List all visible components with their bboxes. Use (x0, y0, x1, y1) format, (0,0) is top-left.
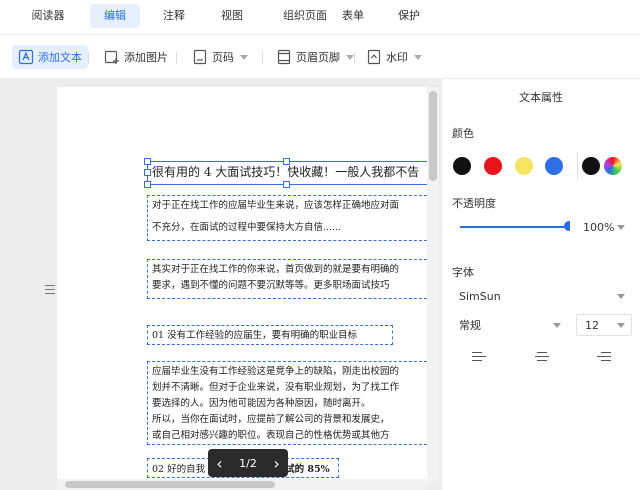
add-image-button[interactable]: 添加图片 (98, 45, 174, 69)
resize-handle[interactable] (283, 158, 290, 165)
previous-page-button[interactable]: ‹ (216, 454, 222, 473)
header-footer-label: 页眉页脚 (296, 51, 340, 64)
text-line: 不充分，在面试的过程中要保持大方自信...... (152, 222, 342, 233)
add-text-icon (18, 49, 34, 65)
align-left-icon[interactable] (472, 351, 490, 365)
page-navigator: ‹ 1/2 › (208, 449, 288, 477)
horizontal-scrollbar[interactable] (57, 479, 427, 490)
menu-bar: 阅读器 编辑 注释 视图 组织页面 表单 保护 (0, 0, 640, 32)
text-line: 应届毕业生没有工作经验这是竞争上的缺陷，刚走出校园的 (152, 366, 400, 377)
font-style-value: 常规 (459, 319, 481, 332)
opacity-select[interactable]: 100% (570, 216, 632, 238)
vertical-scrollbar[interactable] (427, 87, 439, 482)
watermark-button[interactable]: 水印 (360, 45, 428, 69)
tab-edit[interactable]: 编辑 (90, 4, 140, 28)
color-picker-icon[interactable] (604, 157, 622, 175)
chevron-down-icon (346, 54, 354, 60)
page-number-label: 页码 (212, 51, 234, 64)
text-line: 或自己相对感兴趣的职位。表现自己的性格优势或其他方 (152, 430, 390, 441)
scrollbar-thumb[interactable] (429, 91, 437, 181)
page-indicator: 1/2 (239, 456, 257, 470)
color-swatch-blue[interactable] (545, 157, 563, 175)
page-number-button[interactable]: 页码 (186, 45, 254, 69)
opacity-slider[interactable] (460, 226, 568, 228)
add-image-icon (104, 50, 119, 64)
watermark-label: 水印 (386, 51, 408, 64)
chevron-down-icon (414, 54, 422, 60)
text-box-intro[interactable]: 对于正在找工作的应届毕业生来说，应该怎样正确地应对面 不充分，在面试的过程中要保… (147, 195, 427, 241)
page-number-icon (193, 49, 207, 65)
color-swatch-black[interactable] (453, 157, 471, 175)
font-label: 字体 (452, 266, 474, 279)
watermark-icon (367, 49, 381, 65)
edit-toolbar: 添加文本 添加图片 页码 页眉页脚 水印 (0, 38, 640, 76)
font-size-select[interactable]: 12 (576, 314, 632, 336)
panel-title: 文本属性 (519, 91, 563, 104)
color-label: 颜色 (452, 127, 474, 140)
text-line: 所以，当你在面试时，应提前了解公司的背景和发展史， (152, 414, 390, 425)
toolbar-separator (88, 52, 89, 64)
toolbar-separator (262, 52, 263, 64)
text-box-paragraph[interactable]: 其实对于正在找工作的你来说，首页做到的就是要有明确的 要求，遇到不懂的问题不要沉… (147, 259, 427, 299)
text-box-body[interactable]: 应届毕业生没有工作经验这是竞争上的缺陷，刚走出校园的 划并不清晰。但对于企业来说… (147, 361, 427, 445)
font-style-select[interactable]: 常规 (450, 314, 568, 336)
chevron-down-icon (617, 322, 625, 328)
tab-reader[interactable]: 阅读器 (22, 4, 74, 28)
align-right-icon[interactable] (595, 351, 613, 365)
color-swatch-yellow[interactable] (515, 157, 533, 175)
resize-handle[interactable] (144, 181, 151, 188)
text-box-heading-1[interactable]: 01 没有工作经验的应届生，要有明确的职业目标 (147, 325, 393, 345)
add-text-button[interactable]: 添加文本 (12, 45, 88, 69)
tab-view[interactable]: 视图 (209, 4, 255, 28)
text-line: 很有用的 4 大面试技巧！快收藏！一般人我都不告 (152, 165, 420, 179)
color-swatch-current[interactable] (582, 157, 600, 175)
text-properties-panel: 文本属性 颜色 不透明度 100% 字体 SimSun 常规 12 (442, 79, 640, 490)
add-image-label: 添加图片 (124, 51, 168, 64)
tab-forms[interactable]: 表单 (330, 4, 376, 28)
text-line: 要选择的人。因为他可能因为各种原因，随时离开。 (152, 398, 371, 409)
swatch-divider (577, 153, 578, 179)
chevron-down-icon (617, 293, 625, 299)
toolbar-separator (176, 52, 177, 64)
scrollbar-thumb[interactable] (65, 481, 275, 488)
add-text-label: 添加文本 (38, 51, 82, 64)
font-family-select[interactable]: SimSun (450, 285, 632, 307)
text-line: 02 好的自我 (152, 464, 206, 475)
text-line: 要求，遇到不懂的问题不要沉默等等。更多职场面试技巧 (152, 280, 390, 291)
text-line: 01 没有工作经验的应届生，要有明确的职业目标 (152, 330, 358, 341)
resize-handle[interactable] (144, 169, 151, 176)
text-line: 试的 85% (285, 464, 330, 475)
chevron-down-icon (617, 224, 625, 230)
resize-handle[interactable] (283, 181, 290, 188)
header-footer-icon (277, 49, 291, 65)
tab-protect[interactable]: 保护 (386, 4, 432, 28)
text-line: 划并不清晰。但对于企业来说，没有职业规划，为了找工作 (152, 382, 400, 393)
text-line: 对于正在找工作的应届毕业生来说，应该怎样正确地应对面 (152, 200, 400, 211)
resize-handle[interactable] (144, 158, 151, 165)
font-size-value: 12 (585, 318, 599, 332)
document-area: 很有用的 4 大面试技巧！快收藏！一般人我都不告 对于正在找工作的应届毕业生来说… (0, 79, 442, 490)
toolbar-separator (354, 52, 355, 64)
font-family-value: SimSun (459, 289, 501, 303)
text-line: 其实对于正在找工作的你来说，首页做到的就是要有明确的 (152, 264, 400, 275)
color-swatch-red[interactable] (484, 157, 502, 175)
header-footer-button[interactable]: 页眉页脚 (270, 45, 360, 69)
drag-handle-icon[interactable] (45, 285, 55, 297)
pdf-page: 很有用的 4 大面试技巧！快收藏！一般人我都不告 对于正在找工作的应届毕业生来说… (57, 87, 427, 490)
tab-annotate[interactable]: 注释 (151, 4, 197, 28)
chevron-down-icon (553, 322, 561, 328)
chevron-down-icon (240, 54, 248, 60)
menu-divider (0, 34, 640, 35)
align-center-icon[interactable] (534, 351, 552, 365)
opacity-label: 不透明度 (452, 197, 496, 210)
next-page-button[interactable]: › (273, 454, 279, 473)
opacity-value: 100% (583, 220, 615, 234)
